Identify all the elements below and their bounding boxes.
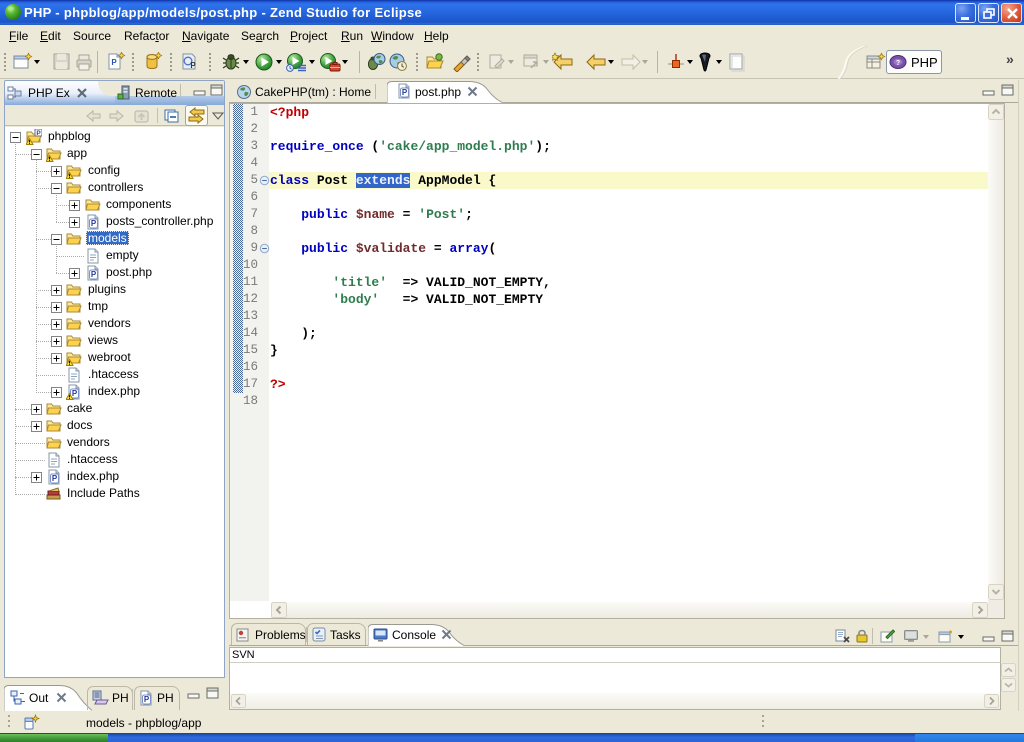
svg-text:P: P [111, 58, 117, 67]
svg-text:?: ? [896, 60, 900, 67]
svg-text:P: P [190, 61, 196, 70]
